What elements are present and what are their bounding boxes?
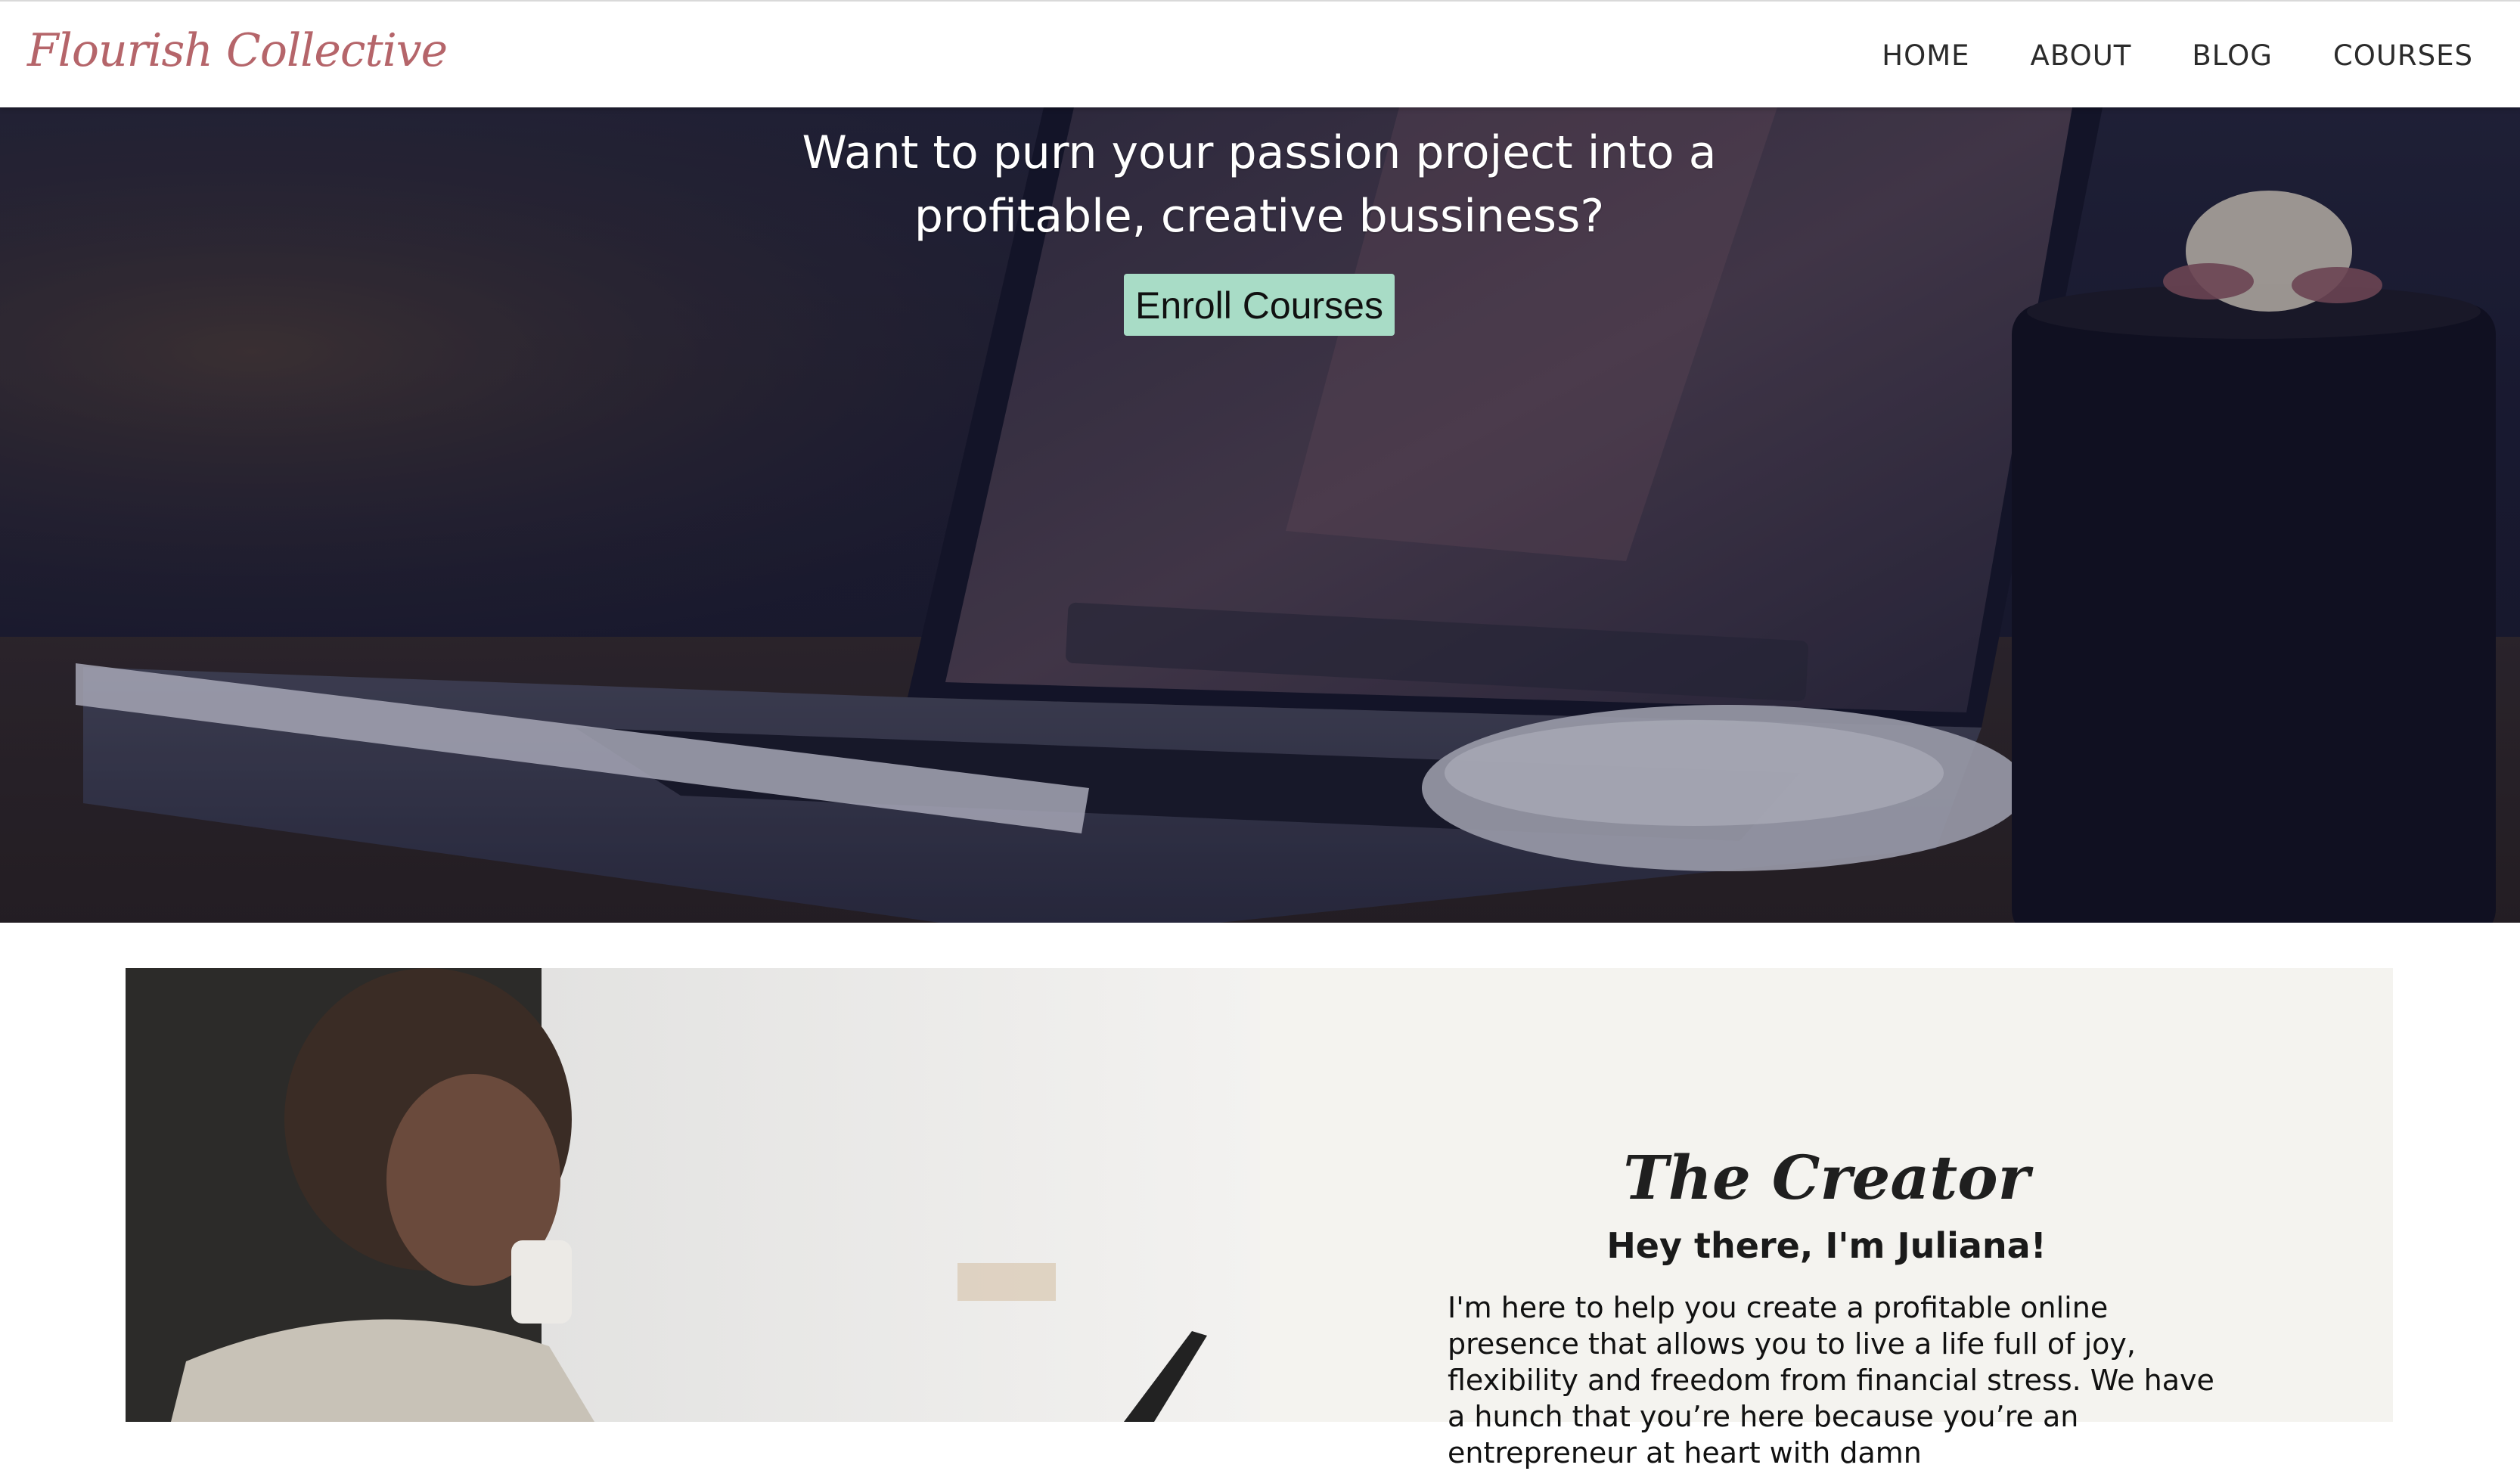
creator-greeting: Hey there, I'm Juliana!	[1606, 1225, 2047, 1266]
nav-courses[interactable]: COURSES	[2333, 39, 2473, 72]
about-section: The Creator Hey there, I'm Juliana! I'm …	[126, 968, 2393, 1469]
main-nav: HOME ABOUT BLOG COURSES	[1882, 39, 2473, 72]
nav-blog[interactable]: BLOG	[2192, 39, 2272, 72]
site-logo[interactable]: Flourish Collective	[27, 24, 448, 77]
enroll-courses-button[interactable]: Enroll Courses	[1124, 274, 1395, 336]
creator-description: I'm here to help you create a profitable…	[1448, 1291, 2214, 1469]
hero-section: Want to purn your passion project into a…	[0, 107, 2520, 923]
site-header: Flourish Collective HOME ABOUT BLOG COUR…	[0, 0, 2520, 107]
hero-headline-line-1: Want to purn your passion project into a	[802, 126, 1717, 179]
nav-home[interactable]: HOME	[1882, 39, 1969, 72]
creator-photo-image	[126, 968, 1260, 1422]
creator-card: The Creator Hey there, I'm Juliana! I'm …	[1260, 968, 2393, 1469]
nav-about[interactable]: ABOUT	[2031, 39, 2132, 72]
hero-headline-line-2: profitable, creative bussiness?	[914, 190, 1605, 243]
creator-photo	[126, 968, 1260, 1422]
creator-title: The Creator	[1623, 1142, 2030, 1213]
hero-headline: Want to purn your passion project into a…	[768, 121, 1751, 248]
